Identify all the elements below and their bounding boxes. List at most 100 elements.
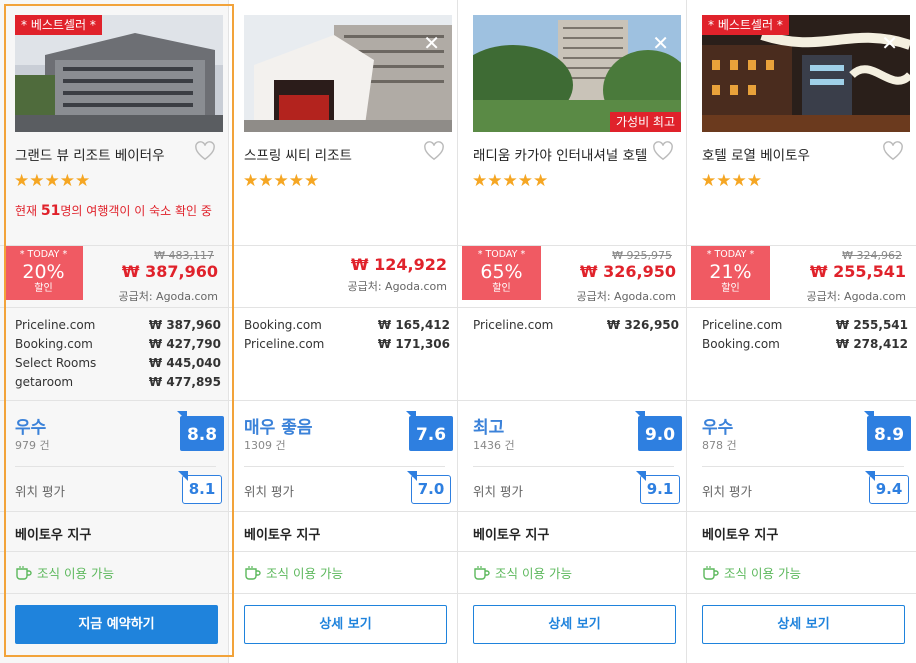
hotel-name[interactable]: 래디움 카가야 인터내셔널 호텔 [473,144,653,164]
hotel-card-radium-kagaya: ✕ 가성비 최고 래디움 카가야 인터내셔널 호텔 ★★★★★ * TODAY … [458,0,687,663]
divider [687,551,916,552]
offer-row[interactable]: Priceline.com ₩ 326,950 [473,316,679,335]
divider [473,466,674,467]
hotel-photo[interactable]: ✕ [244,15,452,132]
original-price: ₩ 925,975 [612,249,672,262]
district: 베이토우 지구 [15,528,92,543]
divider [229,400,457,401]
close-icon[interactable]: ✕ [423,33,440,53]
district: 베이토우 지구 [702,528,779,543]
location-score: 9.4 [865,471,909,504]
divider [702,466,904,467]
hotel-photo[interactable]: * 베스트셀러 * [15,15,223,132]
location-label: 위치 평가 [473,484,523,499]
rating-label: 우수 [15,418,47,438]
coffee-cup-icon [16,566,32,580]
breakfast-info: 조식 이용 가능 [15,563,114,582]
offer-row[interactable]: Booking.com ₩ 278,412 [702,335,908,354]
review-count[interactable]: 979 건 [15,437,50,453]
star-rating: ★★★★★ [472,171,549,191]
view-details-button[interactable]: 상세 보기 [473,605,676,644]
rating-label: 최고 [473,418,505,438]
view-details-button[interactable]: 상세 보기 [702,605,905,644]
today-deal-badge: * TODAY * 21% 할인 [691,246,770,300]
book-now-button[interactable]: 지금 예약하기 [15,605,218,644]
hotel-card-spring-city: ✕ 스프링 씨티 리조트 ★★★★★ ₩ 124,922 공급처: Agoda.… [229,0,458,663]
district: 베이토우 지구 [244,528,321,543]
today-deal-badge: * TODAY * 20% 할인 [4,246,83,300]
offer-row[interactable]: Priceline.com ₩ 171,306 [244,335,450,354]
original-price: ₩ 483,117 [154,249,214,262]
star-rating: ★★★★★ [14,171,91,191]
divider [0,593,228,594]
hotel-photo[interactable]: ✕ 가성비 최고 [473,15,681,132]
location-score: 8.1 [178,471,222,504]
divider [0,551,228,552]
offer-list: Priceline.com ₩ 326,950 [473,316,679,335]
supplier: 공급처: Agoda.com [118,290,218,303]
divider [244,466,445,467]
coffee-cup-icon [703,566,719,580]
location-score: 9.1 [636,471,680,504]
deal-price[interactable]: ₩ 124,922 [351,255,447,274]
offer-row[interactable]: Priceline.com ₩ 255,541 [702,316,908,335]
district: 베이토우 지구 [473,528,550,543]
hotel-card-grand-view: * 베스트셀러 * 그랜드 뷰 리조트 베이터우 ★★★★★ 현재 51명의 여… [0,0,229,663]
divider [687,511,916,512]
hotel-comparison-grid: * 베스트셀러 * 그랜드 뷰 리조트 베이터우 ★★★★★ 현재 51명의 여… [0,0,916,663]
divider [229,511,457,512]
divider [458,307,686,308]
divider [0,307,228,308]
close-icon[interactable]: ✕ [652,33,669,53]
hotel-photo[interactable]: * 베스트셀러 * ✕ [702,15,910,132]
hotel-name[interactable]: 그랜드 뷰 리조트 베이터우 [15,144,195,164]
location-label: 위치 평가 [244,484,294,499]
divider [458,400,686,401]
breakfast-info: 조식 이용 가능 [244,563,343,582]
location-score: 7.0 [407,471,451,504]
offer-row[interactable]: Booking.com ₩ 165,412 [244,316,450,335]
review-count[interactable]: 1309 건 [244,437,286,453]
review-count[interactable]: 1436 건 [473,437,515,453]
rating-label: 매우 좋음 [244,418,313,438]
review-count[interactable]: 878 건 [702,437,737,453]
today-deal-badge: * TODAY * 65% 할인 [462,246,541,300]
original-price: ₩ 324,962 [842,249,902,262]
rating-label: 우수 [702,418,734,438]
divider [458,551,686,552]
divider [15,466,216,467]
hotel-name[interactable]: 스프링 씨티 리조트 [244,144,424,164]
coffee-cup-icon [245,566,261,580]
offer-row[interactable]: Booking.com ₩ 427,790 [15,335,221,354]
divider [687,593,916,594]
divider [229,307,457,308]
location-label: 위치 평가 [702,484,752,499]
view-details-button[interactable]: 상세 보기 [244,605,447,644]
supplier: 공급처: Agoda.com [806,290,906,303]
divider [229,245,457,246]
offer-row[interactable]: Priceline.com ₩ 387,960 [15,316,221,335]
offer-row[interactable]: Select Rooms ₩ 445,040 [15,354,221,373]
hotel-name[interactable]: 호텔 로열 베이토우 [702,144,882,164]
coffee-cup-icon [474,566,490,580]
breakfast-info: 조식 이용 가능 [473,563,572,582]
bestseller-badge: * 베스트셀러 * [15,15,102,35]
divider [229,551,457,552]
heart-icon[interactable] [423,141,445,161]
heart-icon[interactable] [652,141,674,161]
heart-icon[interactable] [194,141,216,161]
star-rating: ★★★★★ [243,171,320,191]
deal-price[interactable]: ₩ 387,960 [122,262,218,281]
offer-row[interactable]: getaroom ₩ 477,895 [15,373,221,392]
divider [458,593,686,594]
heart-icon[interactable] [882,141,904,161]
star-rating: ★★★★ [701,171,762,191]
offer-list: Booking.com ₩ 165,412 Priceline.com ₩ 171,… [244,316,450,354]
divider [458,511,686,512]
deal-price[interactable]: ₩ 255,541 [810,262,906,281]
supplier: 공급처: Agoda.com [576,290,676,303]
close-icon[interactable]: ✕ [881,33,898,53]
deal-price[interactable]: ₩ 326,950 [580,262,676,281]
divider [229,593,457,594]
best-value-tag: 가성비 최고 [609,112,681,132]
